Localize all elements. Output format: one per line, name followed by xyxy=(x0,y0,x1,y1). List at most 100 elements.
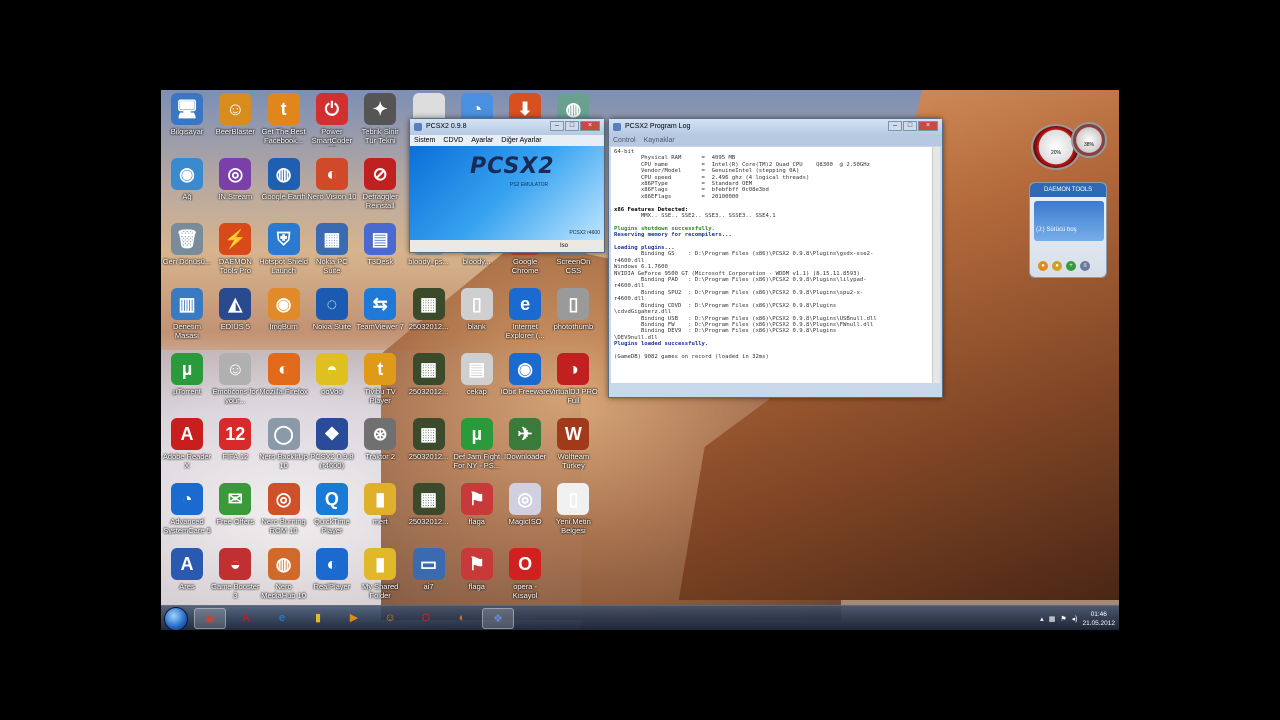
desktop-icon[interactable]: t Tivibu TV Player xyxy=(355,353,405,417)
taskbar-pcsx2-icon[interactable]: ❖ xyxy=(482,608,514,629)
desktop-icon[interactable]: ◍ Google Earth xyxy=(259,158,309,222)
settings-icon[interactable]: ≡ xyxy=(1080,261,1090,271)
daemon-drive-panel[interactable] xyxy=(1034,201,1104,241)
tray-volume-icon[interactable]: ◂) xyxy=(1072,615,1078,623)
desktop-icon[interactable]: A Ares xyxy=(162,548,212,612)
taskbar-internet-explorer-icon[interactable]: e xyxy=(266,608,298,629)
mount-icon[interactable]: ● xyxy=(1038,261,1048,271)
desktop-icon[interactable]: ▮ My Shared Folder xyxy=(355,548,405,612)
desktop-icon[interactable]: ◭ EDIUS 5 xyxy=(210,288,260,352)
taskbar-firefox-icon[interactable]: ◐ xyxy=(446,608,478,629)
desktop-icon[interactable]: W Wolfteam Turkey xyxy=(548,418,598,482)
maximize-button[interactable]: □ xyxy=(565,121,579,131)
desktop-icon[interactable]: ▯ photothumb xyxy=(548,288,598,352)
desktop-icon[interactable]: ▤ cekap xyxy=(452,353,502,417)
taskbar-media-player-icon[interactable]: ▶ xyxy=(338,608,370,629)
start-button[interactable] xyxy=(164,607,188,630)
desktop-icon[interactable]: ▥ Denetim Masası xyxy=(162,288,212,352)
app-icon: ◑ xyxy=(557,353,590,385)
desktop-icon[interactable]: µ µTorrent xyxy=(162,353,212,417)
desktop-icon[interactable]: ⇆ TeamViewer 7 xyxy=(355,288,405,352)
desktop-icon[interactable]: ◌ Nokia Suite xyxy=(307,288,357,352)
pcsx2-window[interactable]: PCSX2 0.9.8 – □ × Sistem CDVD Ayarlar Di… xyxy=(409,118,605,253)
maximize-button[interactable]: □ xyxy=(903,121,917,131)
desktop-icon[interactable]: 🖥 Bilgisayar xyxy=(162,93,212,157)
desktop-icon[interactable]: ⚑ flaga xyxy=(452,548,502,612)
desktop-icon[interactable]: Oopera - Kısayol xyxy=(500,548,550,612)
desktop-icon[interactable]: ◎ IN Stream xyxy=(210,158,260,222)
desktop-icon[interactable]: ▦ 25032012... xyxy=(404,288,454,352)
menu-cdvd[interactable]: CDVD xyxy=(443,135,463,146)
desktop-icon[interactable]: ⏻Power SmartCoder 10 xyxy=(307,93,357,157)
log-text[interactable]: 64-bit Physical RAM = 4095 MB CPU name =… xyxy=(611,147,934,383)
desktop-icon[interactable]: ◐ RealPlayer xyxy=(307,548,357,612)
minimize-button[interactable]: – xyxy=(888,121,902,131)
desktop-icon[interactable]: ▯ Yeni Metin Belgesi xyxy=(548,483,598,547)
desktop-icon[interactable]: ◎ Nero Burning ROM 10 xyxy=(259,483,309,547)
menu-control[interactable]: Control xyxy=(613,135,636,146)
program-log-window[interactable]: PCSX2 Program Log – □ × Control Kaynakla… xyxy=(608,118,943,398)
menu-diger-ayarlar[interactable]: Diğer Ayarlar xyxy=(501,135,541,146)
ram-meter-gadget[interactable]: 38% xyxy=(1071,122,1107,158)
pcsx2-titlebar[interactable]: PCSX2 0.9.8 – □ × xyxy=(410,119,604,135)
close-button[interactable]: × xyxy=(918,121,938,131)
desktop-icon[interactable]: ☺ BeerBlaster xyxy=(210,93,260,157)
desktop-icon[interactable]: µ Def Jam Fight For NY - PS... xyxy=(452,418,502,482)
log-scrollbar[interactable] xyxy=(932,147,940,383)
desktop-icon[interactable]: ▮ mert xyxy=(355,483,405,547)
desktop-icon[interactable]: ⊘ Defraggler Reinstall xyxy=(355,158,405,222)
taskbar-adobe-reader-icon[interactable]: A xyxy=(230,608,262,629)
tray-network-icon[interactable]: ▦ xyxy=(1049,615,1056,623)
taskbar-chrome-icon[interactable]: ◉ xyxy=(194,608,226,629)
desktop-icon[interactable]: A Adobe Reader X xyxy=(162,418,212,482)
taskbar-beerblaster-icon[interactable]: ☺ xyxy=(374,608,406,629)
minimize-button[interactable]: – xyxy=(550,121,564,131)
desktop-icon[interactable]: ◉ IObit Freeware xyxy=(500,353,550,417)
desktop-icon[interactable]: ◔ Advanced SystemCare 5 xyxy=(162,483,212,547)
desktop-icon[interactable]: ☺ Emoticons for your... xyxy=(210,353,260,417)
desktop-icon[interactable]: ◒ Game Booster 3 xyxy=(210,548,260,612)
desktop-icon[interactable]: ✉ Free Offers xyxy=(210,483,260,547)
tray-flag-icon[interactable]: ⚑ xyxy=(1060,615,1066,623)
menu-sistem[interactable]: Sistem xyxy=(414,135,435,146)
desktop-icon[interactable]: ⊛ Traktor 2 xyxy=(355,418,405,482)
add-icon[interactable]: + xyxy=(1066,261,1076,271)
desktop-icon[interactable]: ⛨ Hotspot Shield Launch xyxy=(259,223,309,287)
desktop-icon[interactable]: ◯ Nero BackItUp 10 xyxy=(259,418,309,482)
log-titlebar[interactable]: PCSX2 Program Log – □ × xyxy=(609,119,942,135)
close-button[interactable]: × xyxy=(580,121,600,131)
desktop-icon[interactable]: ▤ T3Desk xyxy=(355,223,405,287)
desktop-icon[interactable]: ◑ VirtualDJ PRO Full xyxy=(548,353,598,417)
desktop-icon[interactable]: ◐ Mozilla Firefox xyxy=(259,353,309,417)
desktop-icon[interactable]: ✈ IDownloader xyxy=(500,418,550,482)
desktop-icon[interactable]: ❖ PCSX2 0.9.8 (r4600) xyxy=(307,418,357,482)
desktop-icon[interactable]: ⚑ flaga xyxy=(452,483,502,547)
desktop-icon[interactable]: ▦ Nokia PC Suite xyxy=(307,223,357,287)
desktop-icon[interactable]: ▭ ai7 xyxy=(404,548,454,612)
desktop-icon[interactable]: ▦ 25032012... xyxy=(404,353,454,417)
image-icon[interactable]: ● xyxy=(1052,261,1062,271)
desktop-icon[interactable]: ▦ 25032012... xyxy=(404,418,454,482)
desktop-icon[interactable]: ▯ blank xyxy=(452,288,502,352)
desktop-icon[interactable]: ▦ 25032012... xyxy=(404,483,454,547)
clock[interactable]: 01:46 21.05.2012 xyxy=(1082,610,1115,628)
desktop-icon[interactable]: t Get The Best Facebook... xyxy=(259,93,309,157)
desktop-icon[interactable]: ✦ Tebrik Sinir Tür Tekni xyxy=(355,93,405,157)
desktop-icon[interactable]: ◐ Nero Vision 10 xyxy=(307,158,357,222)
desktop-icon[interactable]: ⚡ DAEMON Tools Pro xyxy=(210,223,260,287)
desktop-icon[interactable]: ◉ ImgBurn xyxy=(259,288,309,352)
desktop-icon[interactable]: 🗑 Geri Dönüşü... xyxy=(162,223,212,287)
desktop-icon[interactable]: ◉ Ağ xyxy=(162,158,212,222)
daemon-tools-gadget[interactable]: DAEMON TOOLS (J:) Sürücü boş ● ● + ≡ xyxy=(1029,182,1107,278)
taskbar-explorer-icon[interactable]: ▮ xyxy=(302,608,334,629)
desktop-icon[interactable]: e Internet Explorer (... xyxy=(500,288,550,352)
desktop-icon[interactable]: ◍ Nero MediaHub 10 xyxy=(259,548,309,612)
menu-kaynaklar[interactable]: Kaynaklar xyxy=(644,135,675,146)
desktop-icon[interactable]: Q QuickTime Player xyxy=(307,483,357,547)
menu-ayarlar[interactable]: Ayarlar xyxy=(471,135,493,146)
desktop-icon[interactable]: ◎ MagicISO xyxy=(500,483,550,547)
desktop-icon[interactable]: 12 FIFA 12 xyxy=(210,418,260,482)
tray-arrow-icon[interactable]: ▴ xyxy=(1040,615,1044,623)
taskbar-opera-icon[interactable]: O xyxy=(410,608,442,629)
desktop-icon[interactable]: ◓ ooVoo xyxy=(307,353,357,417)
